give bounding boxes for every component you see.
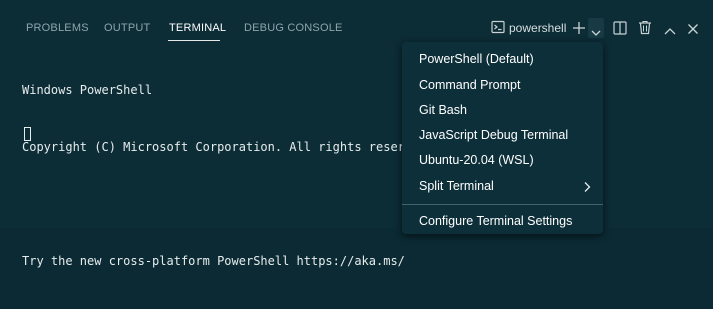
terminal-panel: PROBLEMS OUTPUT TERMINAL DEBUG CONSOLE p… <box>0 0 713 268</box>
menu-item-configure-terminal-settings[interactable]: Configure Terminal Settings <box>419 212 572 230</box>
menu-item-javascript-debug-terminal[interactable]: JavaScript Debug Terminal <box>419 126 568 144</box>
panel-tab-bar: PROBLEMS OUTPUT TERMINAL DEBUG CONSOLE p… <box>0 0 713 46</box>
close-icon[interactable] <box>687 22 699 40</box>
chevron-right-icon <box>582 180 592 192</box>
menu-item-ubuntu-wsl[interactable]: Ubuntu-20.04 (WSL) <box>419 151 534 169</box>
tab-problems[interactable]: PROBLEMS <box>26 21 89 35</box>
tab-terminal[interactable]: TERMINAL <box>169 21 226 35</box>
tab-debug-console[interactable]: DEBUG CONSOLE <box>244 21 343 35</box>
menu-item-command-prompt[interactable]: Command Prompt <box>419 76 520 94</box>
chevron-down-icon[interactable] <box>591 24 601 42</box>
terminal-output[interactable]: Windows PowerShell Copyright (C) Microso… <box>22 43 405 309</box>
menu-item-git-bash[interactable]: Git Bash <box>419 101 467 119</box>
terminal-icon[interactable] <box>491 20 505 39</box>
chevron-up-icon[interactable] <box>664 23 676 41</box>
terminal-line: Copyright (C) Microsoft Corporation. All… <box>22 140 405 154</box>
terminal-line: Windows PowerShell <box>22 83 153 97</box>
plus-icon[interactable] <box>572 21 586 40</box>
terminal-cursor <box>24 127 31 141</box>
menu-item-powershell[interactable]: PowerShell (Default) <box>419 50 534 68</box>
active-tab-indicator <box>168 40 220 41</box>
trash-icon[interactable] <box>638 20 652 40</box>
terminal-line: Try the new cross-platform PowerShell ht… <box>22 254 405 268</box>
terminal-name-label[interactable]: powershell <box>509 21 566 35</box>
launch-profile-menu: PowerShell (Default) Command Prompt Git … <box>402 42 603 234</box>
menu-item-split-terminal[interactable]: Split Terminal <box>419 177 494 195</box>
tab-output[interactable]: OUTPUT <box>104 21 150 35</box>
menu-divider <box>402 204 603 205</box>
split-icon[interactable] <box>613 21 627 40</box>
